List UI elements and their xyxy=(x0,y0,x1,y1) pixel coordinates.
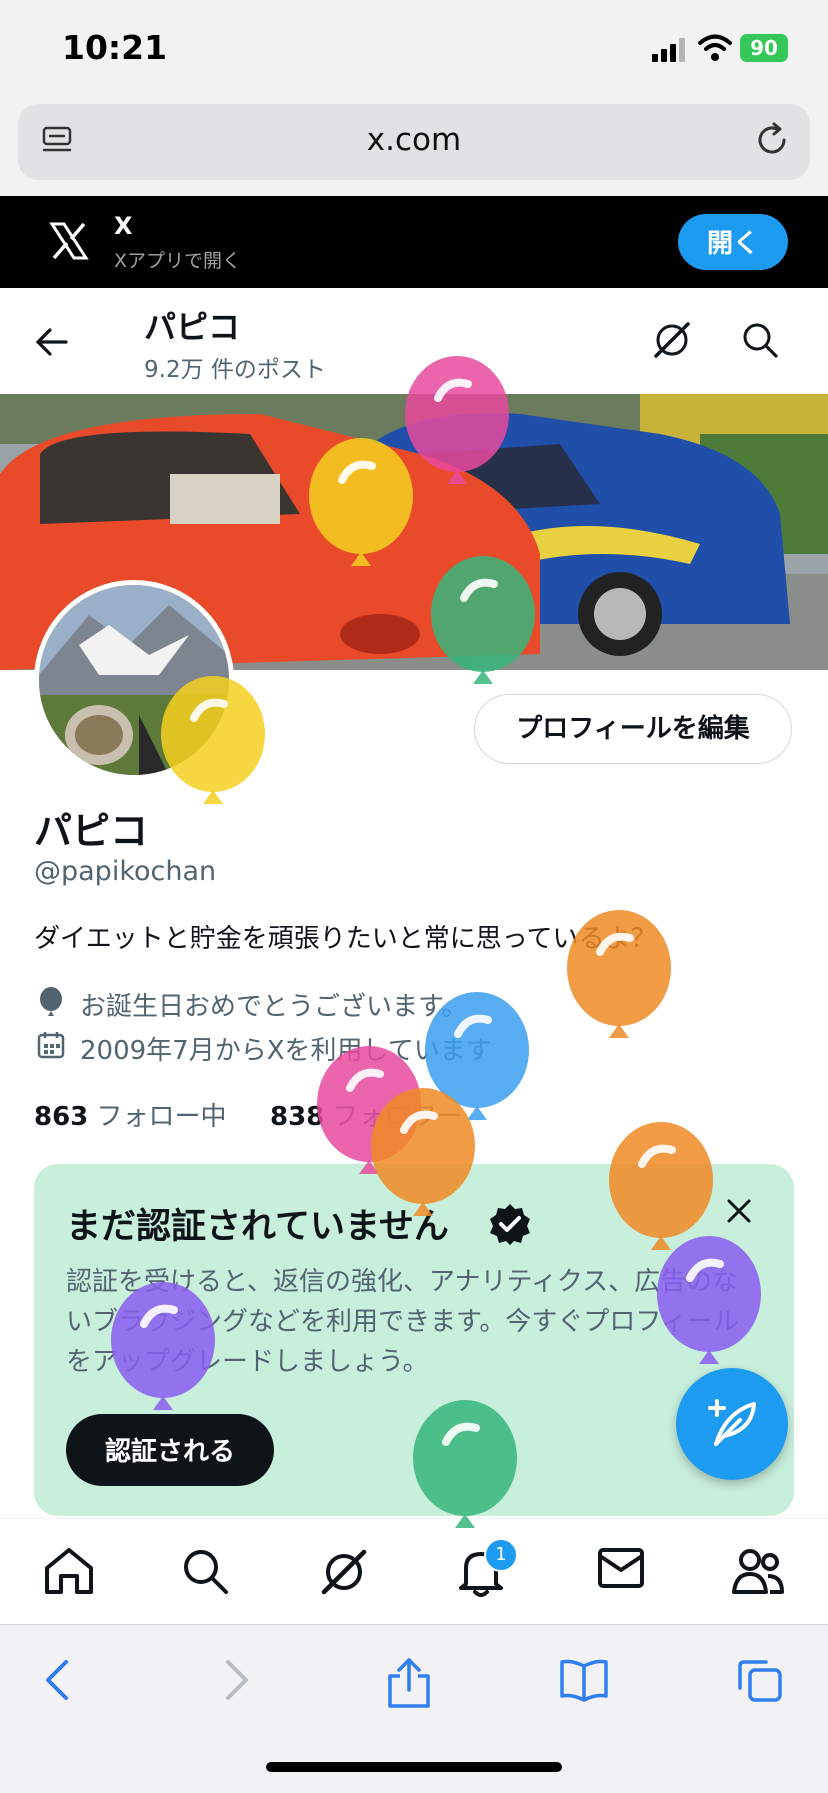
x-logo-icon xyxy=(49,222,89,260)
explore-search-icon[interactable] xyxy=(180,1546,230,1596)
following-label: フォロー中 xyxy=(96,1102,227,1132)
cellular-signal-icon xyxy=(652,38,685,62)
balloon-icon xyxy=(40,987,62,1016)
communities-icon[interactable] xyxy=(730,1546,786,1596)
url-text[interactable]: x.com xyxy=(0,122,828,158)
birthday-text: お誕生日おめでとうございます。 xyxy=(80,992,468,1022)
tabs-overview-icon[interactable] xyxy=(736,1658,784,1704)
bookmarks-book-icon[interactable] xyxy=(558,1658,610,1702)
back-arrow-icon[interactable] xyxy=(34,326,70,358)
calendar-icon xyxy=(37,1032,65,1059)
close-icon[interactable] xyxy=(724,1196,754,1226)
profile-avatar[interactable] xyxy=(34,580,234,780)
following-link[interactable]: 863 フォロー中 xyxy=(34,1096,227,1133)
messages-mail-icon[interactable] xyxy=(596,1546,646,1590)
grok-icon[interactable] xyxy=(650,318,694,362)
app-banner-subtitle: Xアプリで開く xyxy=(114,250,242,272)
reload-icon[interactable] xyxy=(752,120,792,160)
following-count: 863 xyxy=(34,1102,89,1132)
bottom-navigation xyxy=(0,1518,828,1625)
search-icon[interactable] xyxy=(740,320,780,360)
status-time: 10:21 xyxy=(62,28,168,67)
app-banner-title: X xyxy=(114,212,133,240)
browser-forward-icon[interactable] xyxy=(220,1658,252,1702)
browser-back-icon[interactable] xyxy=(42,1658,74,1702)
verification-description: 認証を受けると、返信の強化、アナリティクス、広告のないブラウジングなどを利用でき… xyxy=(66,1267,739,1377)
notification-badge: 1 xyxy=(484,1538,518,1572)
home-indicator xyxy=(266,1762,562,1772)
home-icon[interactable] xyxy=(42,1546,96,1596)
joined-date-text: 2009年7月からXを利用しています xyxy=(80,1036,492,1066)
share-icon[interactable] xyxy=(386,1658,432,1710)
battery-indicator: 90 xyxy=(740,34,788,62)
followers-label: フォロワー xyxy=(332,1102,463,1132)
get-verified-button[interactable]: 認証される xyxy=(66,1414,274,1486)
grok-nav-icon[interactable] xyxy=(318,1546,370,1598)
username-handle: @papikochan xyxy=(34,856,217,887)
compose-post-button[interactable] xyxy=(676,1368,788,1480)
header-post-count: 9.2万 件のポスト xyxy=(144,357,326,383)
profile-bio: ダイエットと貯金を頑張りたいと常に思っているよ？ xyxy=(34,924,657,954)
display-name: パピコ xyxy=(34,809,149,853)
followers-count: 838 xyxy=(270,1102,325,1132)
page-menu-icon[interactable] xyxy=(40,122,76,158)
wifi-icon xyxy=(698,34,732,61)
compose-feather-icon xyxy=(708,1399,756,1446)
verified-badge-icon xyxy=(490,1204,530,1245)
verification-title: まだ認証されていません xyxy=(66,1207,449,1247)
open-app-button[interactable]: 開く xyxy=(678,214,788,270)
header-profile-name: パピコ xyxy=(144,308,241,346)
edit-profile-button[interactable]: プロフィールを編集 xyxy=(474,694,792,764)
followers-link[interactable]: 838 フォロワー xyxy=(270,1096,463,1133)
